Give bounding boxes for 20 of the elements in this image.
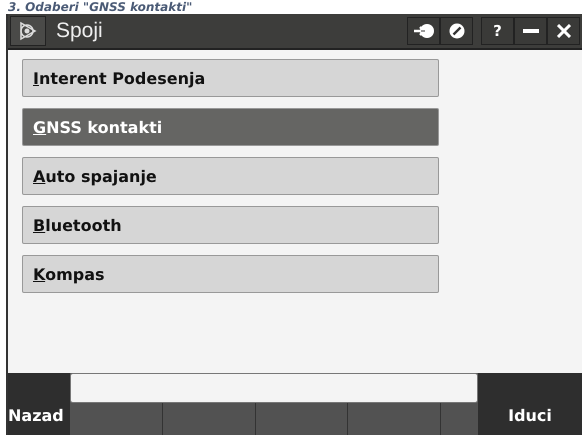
disconnect-button[interactable] bbox=[440, 17, 473, 45]
input-field[interactable] bbox=[70, 373, 478, 403]
menu-button[interactable]: Kompas bbox=[22, 255, 439, 293]
window-title: Spoji bbox=[56, 19, 104, 43]
minimize-button[interactable] bbox=[514, 17, 547, 45]
close-button[interactable] bbox=[547, 17, 580, 45]
menu-button[interactable]: GNSS kontakti bbox=[22, 108, 439, 146]
app-menu-button[interactable] bbox=[10, 16, 46, 46]
menu-button[interactable]: Interent Podesenja bbox=[22, 59, 439, 97]
minimize-icon bbox=[522, 29, 538, 33]
slashed-circle-icon bbox=[448, 23, 464, 39]
help-button[interactable]: ? bbox=[481, 17, 514, 45]
arrow-into-circle-icon bbox=[412, 23, 434, 39]
menu-button[interactable]: Auto spajanje bbox=[22, 157, 439, 195]
instruction-caption: 3. Odaberi "GNSS kontakti" bbox=[7, 0, 194, 14]
connect-button[interactable] bbox=[407, 17, 440, 45]
menu-button[interactable]: Bluetooth bbox=[22, 206, 439, 244]
next-button[interactable]: Iduci bbox=[478, 373, 582, 435]
back-button[interactable]: Nazad bbox=[8, 373, 70, 435]
close-icon bbox=[556, 24, 570, 38]
